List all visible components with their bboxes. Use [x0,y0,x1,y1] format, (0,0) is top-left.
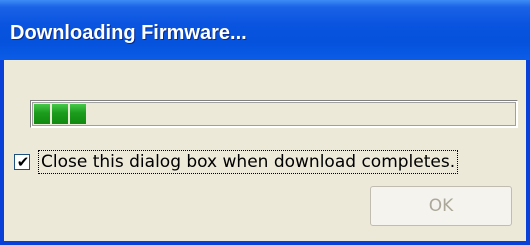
download-dialog: Downloading Firmware... ✔ Close this dia… [0,0,530,245]
download-progress-bar [30,100,518,128]
title-bar[interactable]: Downloading Firmware... [0,0,530,60]
progress-track-inner [32,102,516,126]
progress-segment [70,104,86,124]
progress-fill [34,104,86,124]
ok-button[interactable]: OK [370,186,512,226]
checkmark-icon: ✔ [16,153,30,171]
close-on-complete-option[interactable]: ✔ Close this dialog box when download co… [14,148,459,176]
dialog-body: ✔ Close this dialog box when download co… [4,60,526,241]
progress-segment [34,104,50,124]
close-on-complete-label[interactable]: Close this dialog box when download comp… [38,150,459,174]
progress-segment [52,104,68,124]
window-title: Downloading Firmware... [10,22,247,44]
close-on-complete-checkbox[interactable]: ✔ [14,153,30,171]
